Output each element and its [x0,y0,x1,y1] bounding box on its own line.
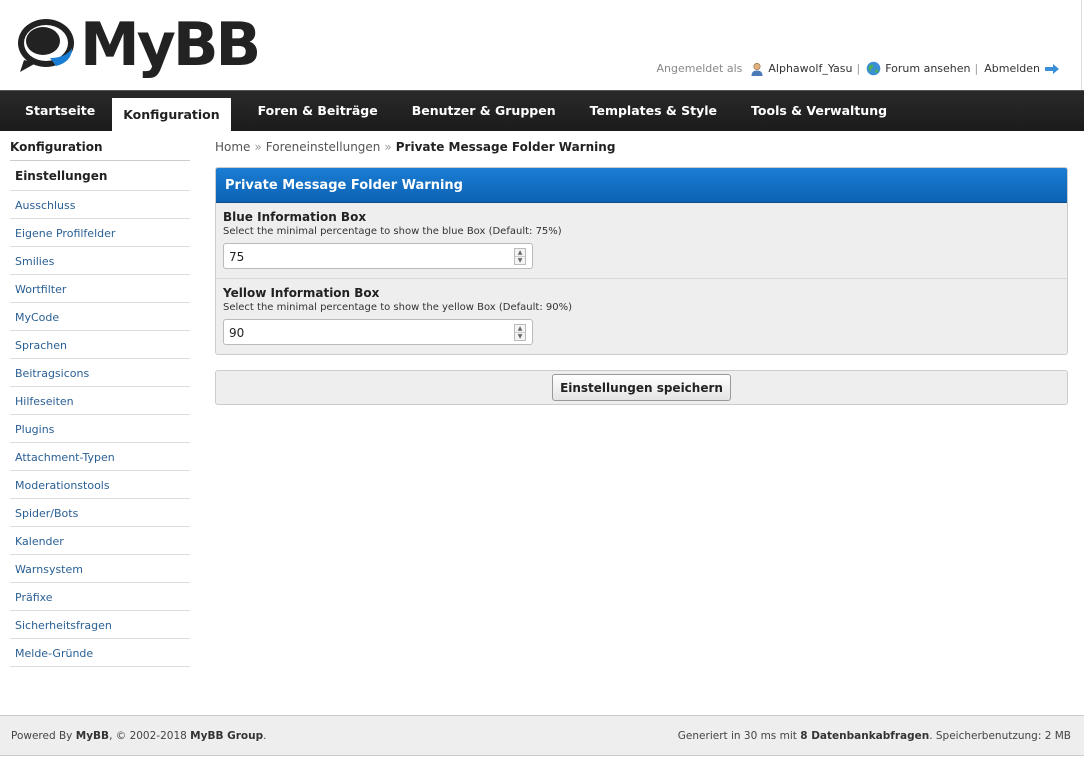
mybb-logo[interactable]: MyBB [16,10,261,80]
number-spinner[interactable]: ▲ ▼ [514,248,526,265]
sidebar-item-beitragsicons[interactable]: Beitragsicons [10,359,190,387]
tab-foren-beitraege[interactable]: Foren & Beiträge [241,90,395,131]
sidebar: Konfiguration Einstellungen Ausschluss E… [10,140,190,667]
sidebar-item-sicherheitsfragen[interactable]: Sicherheitsfragen [10,611,190,639]
tab-startseite[interactable]: Startseite [8,90,112,131]
sidebar-item-plugins[interactable]: Plugins [10,415,190,443]
generated-text: Generiert in 30 ms mit [677,730,797,742]
tab-konfiguration[interactable]: Konfiguration [112,98,231,131]
query-count: 8 Datenbankabfragen [800,730,930,742]
setting-label: Yellow Information Box [223,286,380,300]
sidebar-item-attachment-typen[interactable]: Attachment-Typen [10,443,190,471]
separator: | [974,62,979,75]
panel-title: Private Message Folder Warning [216,168,1067,203]
sidebar-item-ausschluss[interactable]: Ausschluss [10,191,190,219]
separator: | [856,62,861,75]
sidebar-item-praefixe[interactable]: Präfixe [10,583,190,611]
sidebar-item-sprachen[interactable]: Sprachen [10,331,190,359]
logout-link[interactable]: Abmelden [984,62,1040,75]
user-icon [751,62,763,76]
globe-icon [866,61,881,76]
speech-bubbles-icon [18,19,74,72]
footer-stats: Generiert in 30 ms mit 8 Datenbankabfrag… [678,716,1071,757]
powered-by-label: Powered By [11,730,73,742]
spin-up-icon[interactable]: ▲ [515,325,525,332]
main-nav: Startseite Konfiguration Foren & Beiträg… [0,90,1084,131]
sidebar-item-mycode[interactable]: MyCode [10,303,190,331]
footer: Powered By MyBB, © 2002-2018 MyBB Group.… [0,715,1084,756]
logo-text: MyBB [80,10,261,80]
sidebar-item-warnsystem[interactable]: Warnsystem [10,555,190,583]
footer-powered-by: Powered By MyBB, © 2002-2018 MyBB Group. [11,716,266,757]
spin-down-icon[interactable]: ▼ [515,256,525,264]
memory-usage: . Speicherbenutzung: 2 MB [929,730,1071,742]
breadcrumb-separator: » [254,140,262,154]
copyright-text: , © 2002-2018 [109,730,187,742]
number-spinner[interactable]: ▲ ▼ [514,324,526,341]
setting-blue-box: Blue Information Box Select the minimal … [216,203,1067,279]
sidebar-item-hilfeseiten[interactable]: Hilfeseiten [10,387,190,415]
settings-panel: Private Message Folder Warning Blue Info… [215,167,1068,355]
spin-down-icon[interactable]: ▼ [515,332,525,340]
blue-percentage-input[interactable]: 75 ▲ ▼ [223,243,533,269]
sidebar-item-spider-bots[interactable]: Spider/Bots [10,499,190,527]
setting-label: Blue Information Box [223,210,367,224]
sidebar-title: Konfiguration [10,140,190,161]
setting-description: Select the minimal percentage to show th… [223,302,573,313]
user-bar: Angemeldet als Alphawolf_Yasu | Forum an… [657,61,1060,76]
logged-in-label: Angemeldet als [656,62,743,75]
spin-up-icon[interactable]: ▲ [515,249,525,256]
tab-tools-verwaltung[interactable]: Tools & Verwaltung [734,90,904,131]
tab-benutzer-gruppen[interactable]: Benutzer & Gruppen [395,90,573,131]
main-content: Home» Foreneinstellungen» Private Message … [215,140,1068,405]
tab-templates-style[interactable]: Templates & Style [573,90,734,131]
input-value: 75 [229,250,245,264]
breadcrumb-current: Private Message Folder Warning [395,140,616,154]
sidebar-item-kalender[interactable]: Kalender [10,527,190,555]
username-link[interactable]: Alphawolf_Yasu [768,62,852,75]
sidebar-item-melde-gruende[interactable]: Melde-Gründe [10,639,190,667]
breadcrumb-separator: » [384,140,392,154]
breadcrumb: Home» Foreneinstellungen» Private Message … [215,140,1068,158]
header: MyBB Angemeldet als Alphawolf_Yasu | For… [0,0,1084,90]
breadcrumb-section[interactable]: Foreneinstellungen [266,140,381,154]
sidebar-item-smilies[interactable]: Smilies [10,247,190,275]
breadcrumb-home[interactable]: Home [215,140,250,154]
input-value: 90 [229,326,245,340]
yellow-percentage-input[interactable]: 90 ▲ ▼ [223,319,533,345]
save-settings-button[interactable]: Einstellungen speichern [552,374,731,401]
sidebar-item-moderationstools[interactable]: Moderationstools [10,471,190,499]
sidebar-item-eigene-profilfelder[interactable]: Eigene Profilfelder [10,219,190,247]
setting-description: Select the minimal percentage to show th… [223,226,562,237]
view-forum-link[interactable]: Forum ansehen [885,62,970,75]
arrow-right-icon [1045,63,1059,74]
setting-yellow-box: Yellow Information Box Select the minima… [216,279,1067,354]
divider [1081,0,1082,90]
sidebar-item-einstellungen[interactable]: Einstellungen [10,161,190,191]
mybb-group-link[interactable]: MyBB Group [190,730,263,742]
sidebar-item-wortfilter[interactable]: Wortfilter [10,275,190,303]
footer-period: . [263,730,267,742]
form-actions: Einstellungen speichern [215,370,1068,405]
mybb-link[interactable]: MyBB [76,730,109,742]
